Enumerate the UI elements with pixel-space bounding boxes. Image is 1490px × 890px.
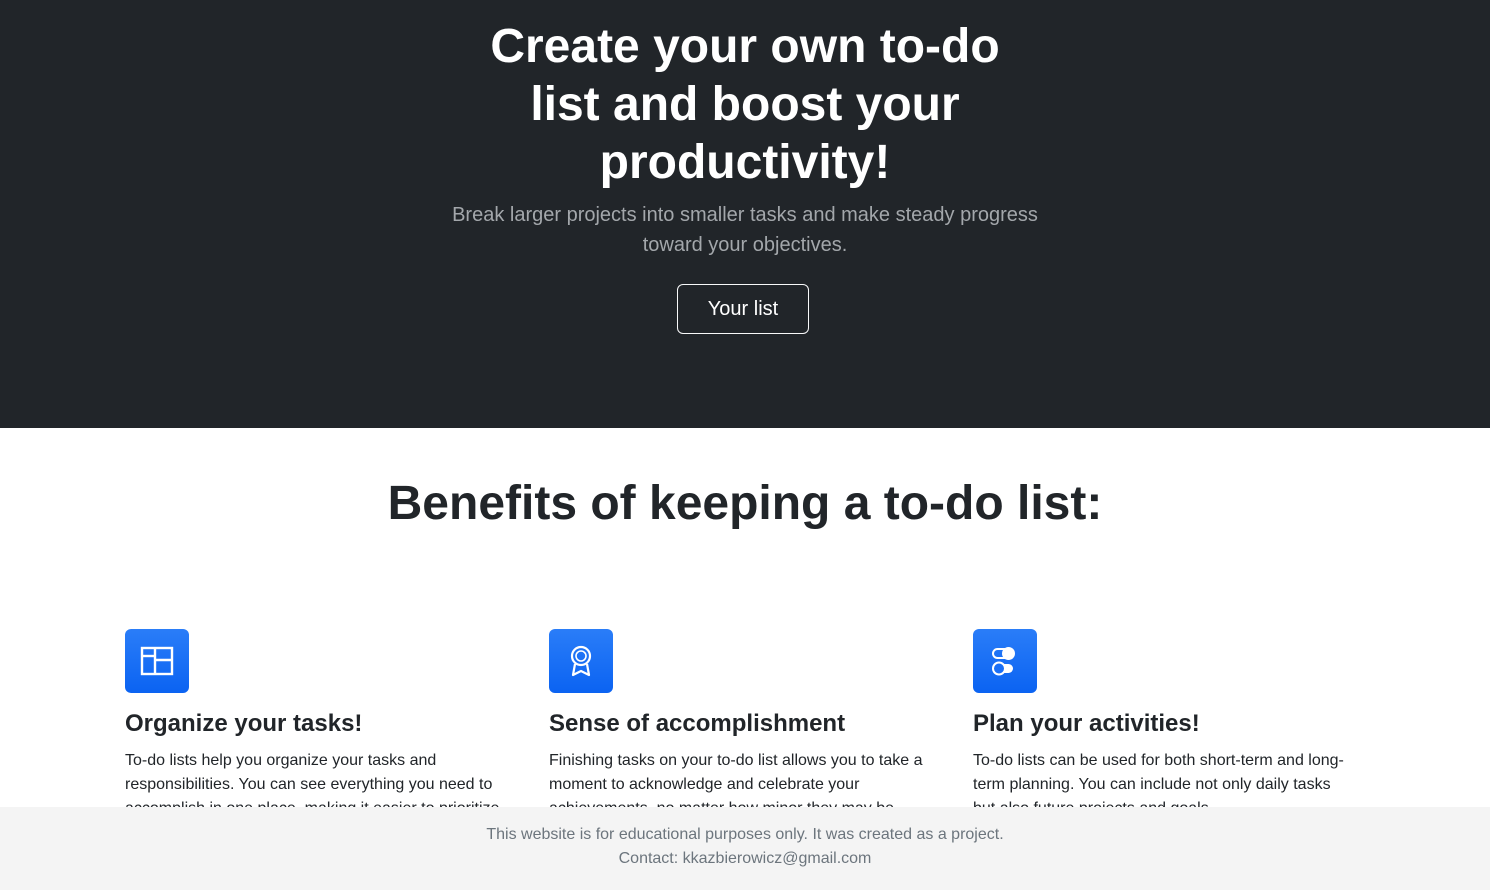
layout-icon [125,629,189,693]
feature-accomplishment: Sense of accomplishment Finishing tasks … [549,629,929,821]
toggles-icon [973,629,1037,693]
hero-subtitle: Break larger projects into smaller tasks… [452,204,1038,256]
footer-contact: Contact: kkazbierowicz@gmail.com [618,850,872,867]
feature-organize: Organize your tasks! To-do lists help yo… [125,629,505,821]
feature-title: Organize your tasks! [125,710,363,737]
feature-title: Sense of accomplishment [549,710,846,737]
benefits-title: Benefits of keeping a to-do list: [387,477,1103,530]
award-icon [549,629,613,693]
feature-title: Plan your activities! [973,710,1200,737]
footer-disclaimer: This website is for educational purposes… [486,826,1004,843]
hero-title: Create your own to-do list and boost you… [490,20,1000,189]
footer: This website is for educational purposes… [0,807,1490,890]
your-list-button[interactable]: Your list [677,284,809,334]
hero-section: Create your own to-do list and boost you… [0,0,1490,428]
feature-plan: Plan your activities! To-do lists can be… [973,629,1353,821]
